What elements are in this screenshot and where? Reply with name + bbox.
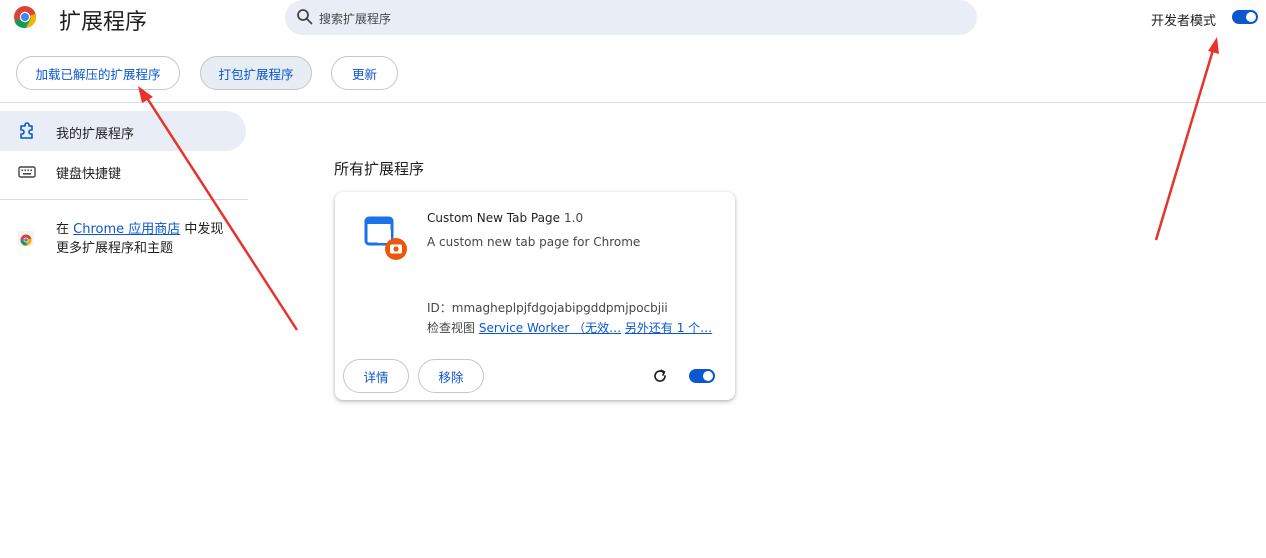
sidebar-item-keyboard-shortcuts[interactable]: 键盘快捷键 bbox=[56, 163, 121, 182]
details-button[interactable]: 详情 bbox=[343, 359, 409, 393]
search-icon bbox=[296, 8, 314, 26]
pack-extension-button[interactable]: 打包扩展程序 bbox=[200, 56, 312, 90]
page-title: 扩展程序 bbox=[59, 10, 148, 35]
remove-button[interactable]: 移除 bbox=[418, 359, 484, 393]
annotation-arrow bbox=[1154, 37, 1219, 241]
extension-version: 1.0 bbox=[564, 211, 584, 225]
extension-description: A custom new tab page for Chrome bbox=[427, 235, 641, 249]
more-views-link[interactable]: 另外还有 1 个… bbox=[625, 321, 712, 335]
inspect-views-label: 检查视图 bbox=[427, 321, 479, 335]
section-title: 所有扩展程序 bbox=[334, 160, 425, 178]
store-text-prefix: 在 bbox=[56, 222, 74, 237]
extension-id: ID：mmagheplpjfdgojabipgddpmjpocbjii bbox=[427, 299, 668, 316]
keyboard-icon bbox=[17, 162, 37, 182]
reload-icon[interactable] bbox=[651, 367, 669, 385]
load-unpacked-button[interactable]: 加载已解压的扩展程序 bbox=[16, 56, 180, 90]
sidebar-item-label: 我的扩展程序 bbox=[56, 127, 135, 142]
update-button[interactable]: 更新 bbox=[331, 56, 398, 90]
chrome-logo-icon bbox=[13, 5, 37, 29]
extension-id-value: mmagheplpjfdgojabipgddpmjpocbjii bbox=[451, 301, 668, 315]
search-bar[interactable]: 搜索扩展程序 bbox=[285, 0, 977, 35]
extension-name: Custom New Tab Page bbox=[427, 211, 560, 225]
toolbar-divider bbox=[0, 102, 1266, 103]
extension-id-label: ID： bbox=[427, 301, 452, 315]
inspect-views: 检查视图 Service Worker （无效… 另外还有 1 个… bbox=[427, 319, 712, 336]
sidebar-divider bbox=[0, 199, 248, 200]
extension-enable-toggle[interactable] bbox=[689, 369, 715, 383]
puzzle-icon bbox=[17, 121, 37, 141]
chrome-web-store-link[interactable]: Chrome 应用商店 bbox=[73, 222, 180, 237]
web-store-promo: 在 Chrome 应用商店 中发现更多扩展程序和主题 bbox=[56, 220, 236, 258]
service-worker-link[interactable]: Service Worker （无效… bbox=[479, 321, 621, 335]
extension-icon bbox=[364, 215, 408, 261]
search-placeholder: 搜索扩展程序 bbox=[319, 12, 392, 26]
chrome-web-store-icon bbox=[16, 228, 36, 248]
developer-mode-toggle[interactable] bbox=[1232, 10, 1258, 24]
developer-mode-label: 开发者模式 bbox=[1151, 14, 1217, 29]
